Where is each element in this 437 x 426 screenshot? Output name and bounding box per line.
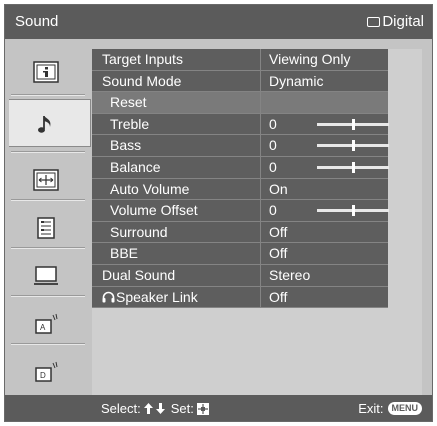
menu-row-balance[interactable]: Balance 0 — [92, 156, 389, 179]
menu-row-label: Volume Offset — [110, 202, 198, 219]
slider-knob[interactable] — [351, 205, 355, 217]
menu-row-label: Sound Mode — [102, 72, 182, 89]
info-icon — [33, 61, 59, 83]
menu-key-icon: MENU — [387, 402, 422, 415]
osd-window: Sound Digital A D Target Inputs Viewing … — [4, 4, 433, 422]
menu-row-value: Viewing Only — [269, 51, 351, 67]
input-indicator: Digital — [367, 13, 424, 30]
title-bar: Sound Digital — [5, 5, 432, 39]
menu-row-volume-offset[interactable]: Volume Offset 0 — [92, 200, 389, 222]
headphone-icon — [102, 291, 115, 303]
slider-knob[interactable] — [351, 118, 355, 130]
menu-row-value: 0 — [269, 137, 277, 154]
menu-row-value: On — [269, 180, 288, 197]
monitor-icon — [34, 266, 58, 285]
menu-row-label: Auto Volume — [110, 180, 190, 197]
sidebar-item-setup[interactable] — [5, 203, 91, 251]
menu-row-speaker-link[interactable]: Speaker Link Off — [92, 286, 388, 309]
slider-knob[interactable] — [351, 161, 355, 173]
level-slider[interactable] — [317, 205, 389, 217]
menu-row-dual-sound[interactable]: Dual Sound Stereo — [92, 264, 388, 287]
select-label: Select: — [101, 401, 141, 416]
menu-row-label: BBE — [110, 245, 139, 262]
menu-row-value: Off — [269, 223, 288, 240]
column-divider — [260, 49, 261, 70]
svg-text:D: D — [40, 371, 46, 380]
menu-row-sound-mode[interactable]: Sound Mode Dynamic — [92, 70, 388, 93]
sidebar-item-pc[interactable] — [5, 251, 91, 299]
sound-settings-list: Target Inputs Viewing Only Sound Mode Dynam… — [92, 49, 389, 309]
menu-row-label: Treble — [110, 115, 150, 132]
column-divider — [260, 286, 261, 308]
analog-tv-icon: A — [35, 313, 58, 334]
enter-button-icon — [196, 402, 209, 415]
menu-row-value: Off — [269, 245, 288, 262]
svg-text:A: A — [40, 323, 46, 332]
display-icon — [367, 16, 381, 27]
list-settings-icon — [37, 217, 55, 239]
footer-bar: Select: Set: Exit: MENU — [5, 395, 432, 421]
menu-row-bbe[interactable]: BBE Off — [92, 243, 388, 265]
menu-row-value: Dynamic — [269, 72, 324, 89]
exit-label: Exit: — [358, 401, 384, 416]
sidebar-item-screen[interactable] — [5, 155, 91, 203]
select-hint: Select: Set: — [101, 401, 209, 416]
set-label: Set: — [170, 401, 194, 416]
menu-row-label: Surround — [110, 223, 168, 240]
level-slider[interactable] — [317, 140, 389, 152]
column-divider — [260, 178, 261, 200]
column-divider — [260, 264, 261, 286]
category-sidebar: A D — [5, 39, 91, 395]
digital-tv-icon: D — [35, 361, 58, 382]
menu-row-value: Off — [269, 288, 288, 305]
screen-adjust-icon — [33, 169, 59, 191]
sidebar-item-digital-channel[interactable]: D — [5, 347, 91, 395]
column-divider — [260, 113, 261, 135]
arrow-up-icon — [143, 403, 153, 414]
menu-row-reset[interactable]: Reset — [92, 92, 388, 114]
menu-row-value: 0 — [269, 115, 277, 132]
menu-row-label: Reset — [110, 94, 147, 111]
column-divider — [260, 135, 261, 156]
sound-menu-panel: Target Inputs Viewing Only Sound Mode Dynam… — [92, 49, 422, 395]
menu-row-label: Balance — [110, 158, 161, 175]
sidebar-item-analog-channel[interactable]: A — [5, 299, 91, 347]
menu-row-surround[interactable]: Surround Off — [92, 221, 388, 244]
menu-row-target-inputs[interactable]: Target Inputs Viewing Only — [92, 49, 388, 71]
menu-row-label-group: Speaker Link — [102, 289, 198, 305]
slider-knob[interactable] — [351, 140, 355, 152]
menu-row-auto-volume[interactable]: Auto Volume On — [92, 178, 388, 201]
sidebar-item-info[interactable] — [5, 47, 91, 95]
music-note-icon — [38, 116, 51, 133]
input-label: Digital — [382, 13, 424, 30]
menu-row-bass[interactable]: Bass 0 — [92, 135, 389, 157]
sidebar-item-sound[interactable] — [9, 99, 91, 147]
menu-row-label: Speaker Link — [116, 288, 198, 305]
exit-hint: Exit: MENU — [358, 401, 422, 416]
menu-row-value: Stereo — [269, 266, 311, 283]
menu-row-value: 0 — [269, 158, 277, 175]
column-divider — [260, 243, 261, 264]
menu-row-label: Target Inputs — [102, 51, 183, 67]
menu-row-treble[interactable]: Treble 0 — [92, 113, 389, 136]
column-divider — [260, 70, 261, 92]
column-divider — [260, 221, 261, 243]
column-divider — [260, 92, 261, 113]
arrow-down-icon — [155, 403, 165, 414]
menu-row-value: 0 — [269, 202, 277, 219]
menu-row-label: Bass — [110, 137, 142, 154]
column-divider — [260, 156, 261, 178]
level-slider[interactable] — [317, 118, 389, 130]
level-slider[interactable] — [317, 161, 389, 173]
page-title: Sound — [15, 13, 59, 30]
column-divider — [260, 200, 261, 221]
menu-row-label: Dual Sound — [102, 266, 176, 283]
